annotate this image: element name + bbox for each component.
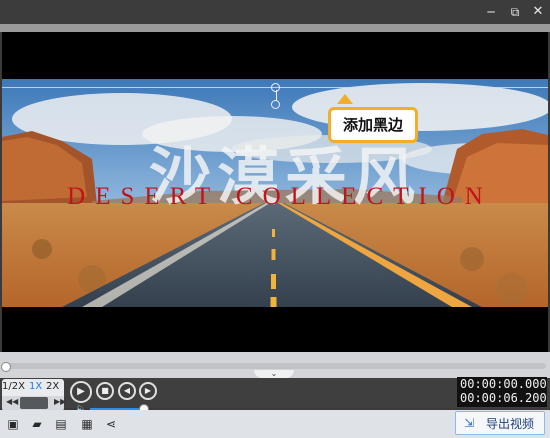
- save-icon[interactable]: ▤: [54, 417, 68, 431]
- close-button[interactable]: ✕: [528, 2, 548, 22]
- tooltip-arrow: [337, 94, 353, 104]
- window-border: [0, 24, 550, 32]
- play-button[interactable]: ▶: [70, 381, 92, 403]
- next-frame-button[interactable]: ▶: [139, 382, 157, 400]
- crop-handle-bottom[interactable]: [271, 100, 280, 109]
- total-time: 00:00:06.200: [460, 391, 547, 405]
- video-preview[interactable]: 沙漠采风 DESERT COLLECTION 添加黑边: [2, 32, 548, 352]
- time-display: 00:00:00.000 00:00:06.200: [457, 377, 547, 407]
- share-icon[interactable]: ⋖: [104, 417, 118, 431]
- minimize-button[interactable]: ─: [481, 2, 501, 22]
- add-letterbox-tooltip: 添加黑边: [328, 107, 418, 143]
- restore-button[interactable]: ⧉: [505, 2, 525, 22]
- speed-1x[interactable]: 1X: [29, 381, 42, 392]
- export-video-button[interactable]: ⇲ 导出视频: [455, 411, 545, 435]
- speed-half[interactable]: 1/2X: [2, 381, 25, 392]
- fast-forward-icon[interactable]: ▶▶: [54, 397, 66, 406]
- speed-2x[interactable]: 2X: [46, 381, 59, 392]
- current-time: 00:00:00.000: [460, 377, 547, 391]
- export-video-label: 导出视频: [486, 417, 535, 431]
- rewind-icon[interactable]: ◀◀: [6, 397, 18, 406]
- export-icon: ⇲: [464, 416, 475, 430]
- speed-slider-knob[interactable]: [20, 397, 48, 409]
- open-folder-icon[interactable]: ▰: [30, 417, 44, 431]
- title-bar: ─ ⧉ ✕: [0, 0, 550, 24]
- timeline-thumb[interactable]: [1, 362, 11, 372]
- title-text-english[interactable]: DESERT COLLECTION: [58, 183, 502, 211]
- previous-frame-button[interactable]: ◀: [118, 382, 136, 400]
- chevron-down-icon[interactable]: ⌄: [254, 370, 294, 378]
- new-project-icon[interactable]: ▣: [6, 417, 20, 431]
- save-as-icon[interactable]: ▦: [80, 417, 94, 431]
- stop-button[interactable]: ■: [96, 382, 114, 400]
